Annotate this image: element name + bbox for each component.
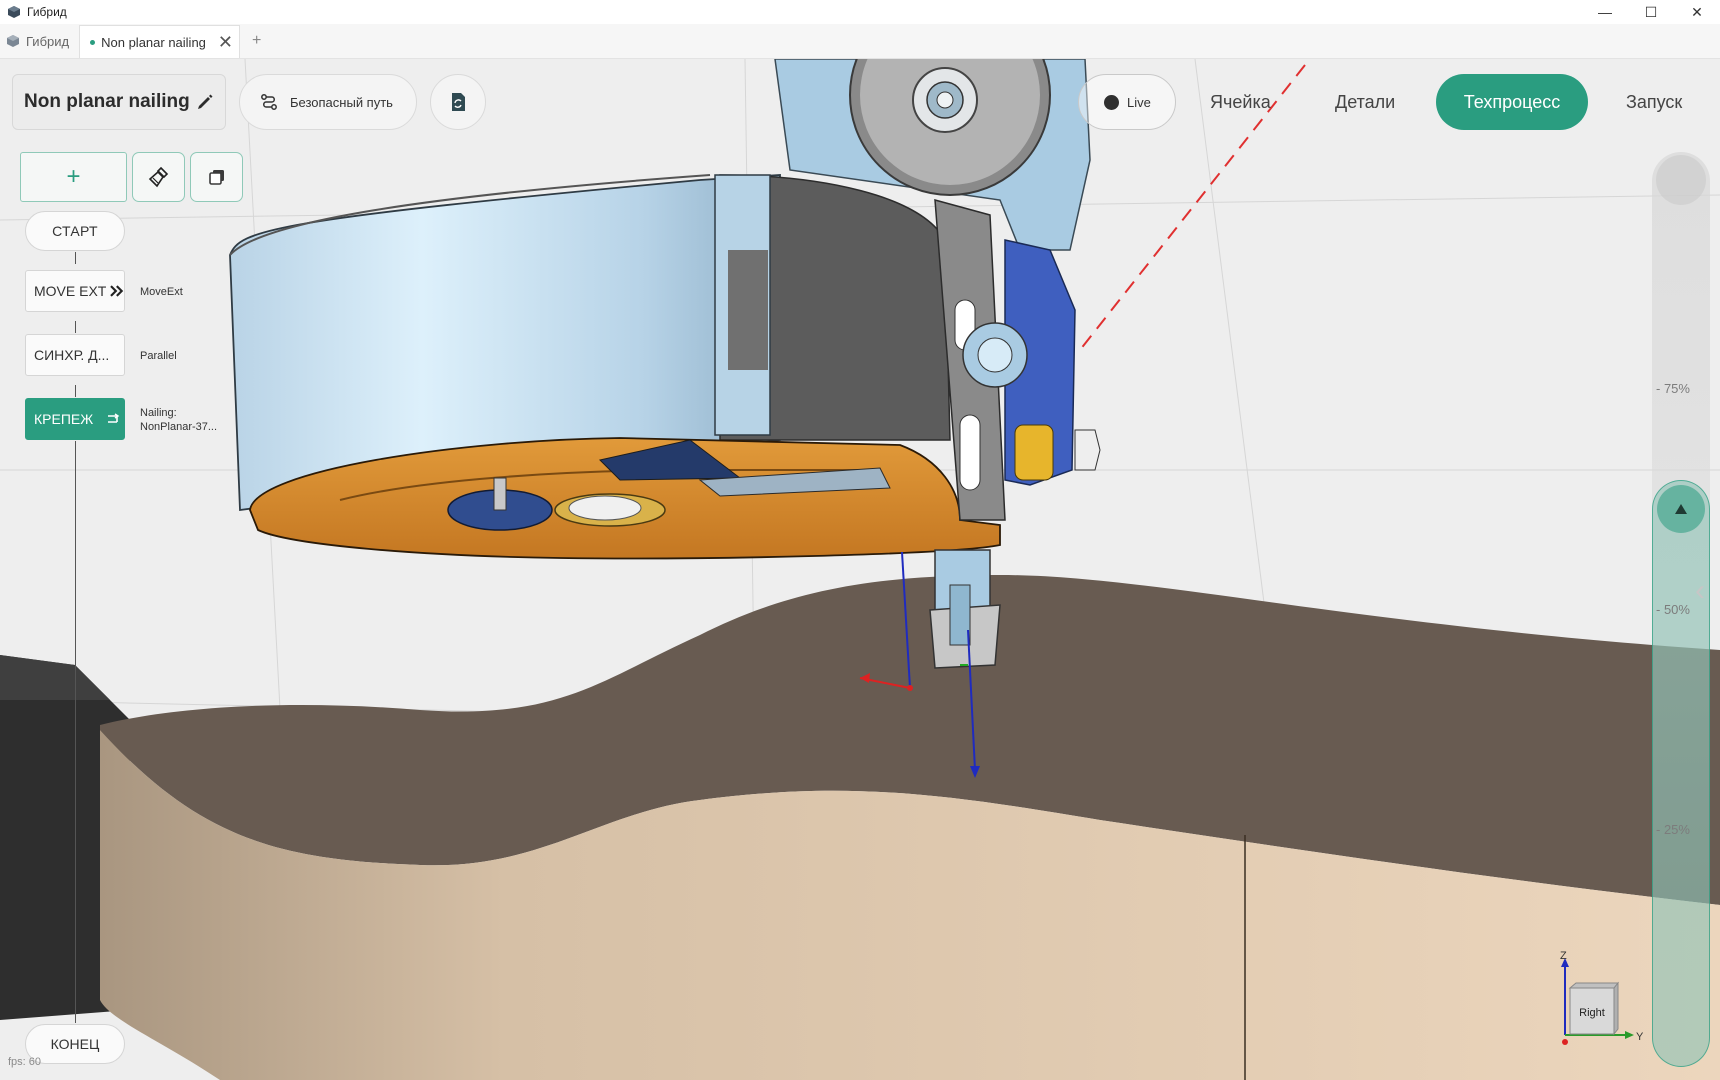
collapse-panel-chevron-icon[interactable]: ‹: [1695, 574, 1705, 608]
tab-document[interactable]: Non planar nailing ✕: [79, 25, 240, 58]
duplicate-button[interactable]: [190, 152, 243, 202]
add-step-button[interactable]: +: [20, 152, 127, 202]
project-title-box[interactable]: Non planar nailing: [12, 74, 226, 130]
nailer-head: [229, 59, 1101, 669]
node-fastening-desc-line2: NonPlanar-37...: [140, 421, 218, 433]
live-label: Live: [1127, 94, 1151, 110]
tab-document-label: Non planar nailing: [101, 34, 206, 50]
node-fastening-desc: Nailing: NonPlanar-37...: [140, 406, 217, 434]
scene-canvas[interactable]: [0, 59, 1720, 1080]
route-icon: [261, 94, 277, 110]
safe-path-label: Безопасный путь: [290, 94, 393, 110]
view-cube-gizmo[interactable]: Z Y Right: [1550, 950, 1650, 1050]
node-fastening-label: КРЕПЕЖ: [34, 411, 94, 427]
tab-bar: Гибрид Non planar nailing ✕ +: [0, 24, 1720, 59]
tree-connector: [75, 441, 76, 1023]
close-tab-icon[interactable]: ✕: [218, 33, 233, 51]
double-chevron-icon: [110, 285, 124, 297]
node-sync[interactable]: СИНХР. Д...: [25, 334, 125, 376]
timeline-slider-fill: [1652, 480, 1710, 1067]
safe-path-button[interactable]: Безопасный путь: [239, 74, 417, 130]
window-title: Гибрид: [27, 5, 67, 19]
axis-z-label: Z: [1560, 950, 1567, 962]
tree-connector: [75, 252, 76, 264]
window-title-bar: Гибрид — ☐ ✕: [0, 0, 1720, 24]
clean-button[interactable]: [132, 152, 185, 202]
node-move-ext-label: MOVE EXT: [34, 283, 107, 299]
slider-top-knob[interactable]: [1656, 155, 1706, 205]
axis-y-label: Y: [1636, 1031, 1644, 1043]
tab-home[interactable]: Гибрид: [0, 24, 79, 58]
tab-home-label: Гибрид: [26, 33, 70, 49]
node-fastening-desc-line1: Nailing:: [140, 407, 177, 419]
slider-handle[interactable]: [1657, 485, 1705, 533]
node-move-ext-desc: MoveExt: [140, 286, 183, 298]
timeline-mark-75: - 75%: [1656, 381, 1690, 396]
minimize-button[interactable]: —: [1582, 0, 1628, 24]
live-status-dot-icon: [1104, 94, 1119, 110]
app-logo-icon: [7, 35, 19, 47]
triangle-up-icon: [1675, 504, 1687, 514]
node-fastening[interactable]: КРЕПЕЖ: [25, 398, 125, 440]
maximize-button[interactable]: ☐: [1628, 0, 1674, 24]
add-tab-button[interactable]: +: [240, 24, 273, 58]
tree-connector: [75, 321, 76, 333]
start-node[interactable]: СТАРТ: [25, 211, 125, 251]
project-title: Non planar nailing: [24, 91, 190, 112]
close-window-button[interactable]: ✕: [1674, 0, 1720, 24]
file-sync-icon: [452, 93, 465, 111]
node-move-ext[interactable]: MOVE EXT: [25, 270, 125, 312]
sync-file-button[interactable]: [430, 74, 486, 130]
app-logo-icon: [8, 6, 20, 18]
tab-cell[interactable]: Ячейка: [1210, 74, 1271, 130]
fps-counter: fps: 60: [8, 1056, 42, 1068]
node-sync-desc: Parallel: [140, 350, 177, 362]
branch-icon: [108, 413, 120, 423]
view-cube-face-label: Right: [1579, 1007, 1605, 1019]
tab-process[interactable]: Техпроцесс: [1436, 74, 1588, 130]
tree-connector: [75, 385, 76, 397]
3d-viewport[interactable]: [0, 59, 1720, 1080]
unsaved-dot-icon: [90, 39, 96, 45]
timeline-mark-25: - 25%: [1656, 822, 1690, 837]
tab-details[interactable]: Детали: [1335, 74, 1395, 130]
tab-run[interactable]: Запуск: [1626, 74, 1682, 130]
broom-icon: [148, 166, 168, 188]
pencil-edit-icon[interactable]: [196, 93, 214, 111]
copy-icon: [208, 170, 224, 185]
timeline-mark-50: - 50%: [1656, 602, 1690, 617]
live-toggle[interactable]: Live: [1078, 74, 1176, 130]
